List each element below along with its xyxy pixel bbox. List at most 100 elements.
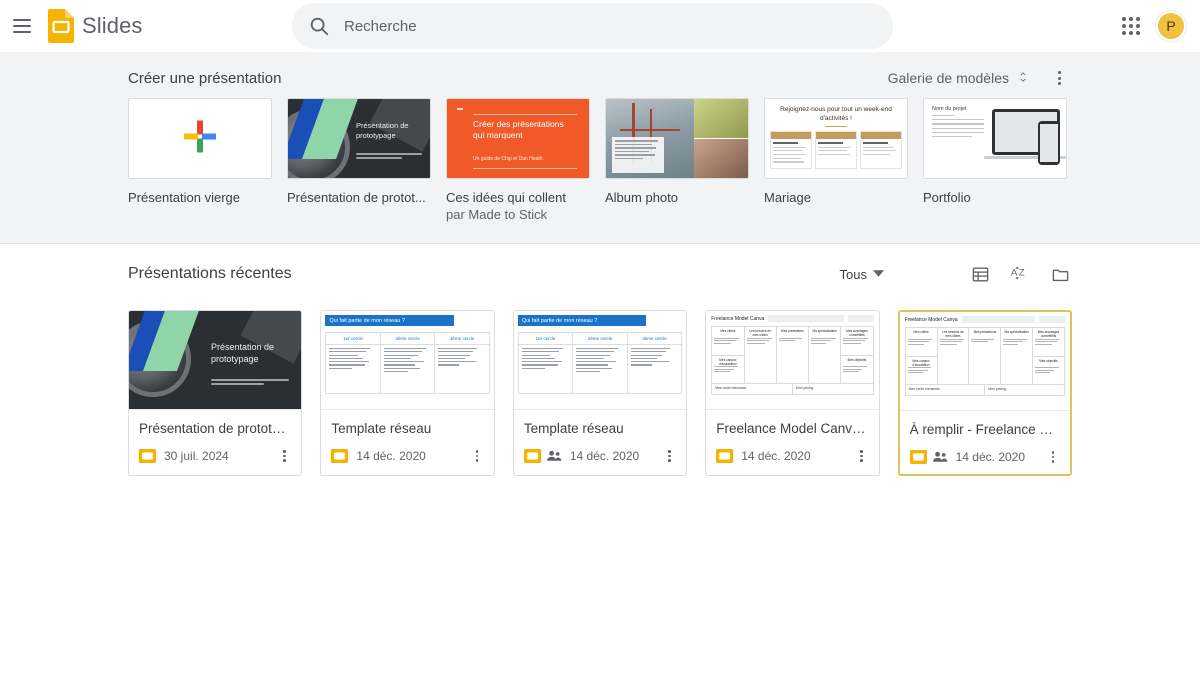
- canvas-cell-title: Mes avantages compétitifs: [1037, 330, 1060, 337]
- create-section-title: Créer une présentation: [128, 69, 282, 87]
- template-gallery-toggle[interactable]: Galerie de modèles: [888, 70, 1030, 87]
- shared-people-icon: [546, 449, 562, 463]
- template-card-prototypage[interactable]: Présentation de prototypage Présentation…: [287, 98, 431, 223]
- google-plus-icon: [180, 116, 220, 161]
- card-body: Freelance Model Canva • ... 14 déc. 2020: [706, 410, 878, 473]
- slide-column-header: 3ème cercle: [435, 333, 489, 345]
- canvas-cell-title: Mes prestations: [973, 330, 997, 334]
- card-thumbnail: Qui fait partie de mon réseau ? 1er cerc…: [321, 311, 494, 410]
- template-thumbnail: Nom du projet: [923, 98, 1067, 179]
- card-more-icon[interactable]: [468, 447, 486, 465]
- recent-card[interactable]: Qui fait partie de mon réseau ? 1er cerc…: [320, 310, 495, 476]
- template-slide-subtitle: Un guide de Chip et Dan Heath: [473, 156, 543, 162]
- template-slide-title: Rejoignez-nous pour tout un week-end d'a…: [780, 106, 892, 122]
- avatar[interactable]: P: [1156, 11, 1186, 41]
- slides-file-icon: [716, 449, 734, 463]
- canvas-cell-title: Mes objectifs: [1039, 358, 1058, 363]
- folder-icon[interactable]: [1048, 262, 1072, 286]
- card-more-icon[interactable]: [853, 447, 871, 465]
- template-card-ces-idees-qui-collent[interactable]: Créer des présentations qui marquent Un …: [446, 98, 590, 223]
- template-slide-title: Créer des présentations qui marquent: [473, 119, 564, 140]
- template-label: Mariage: [764, 190, 811, 205]
- card-body: Template réseau 14 déc. 2020: [514, 410, 686, 473]
- card-date: 14 déc. 2020: [955, 450, 1026, 464]
- slide-column-header: 1er cercle: [518, 333, 573, 345]
- card-meta: 14 déc. 2020: [716, 447, 868, 465]
- recent-card-selected[interactable]: Freelance Model Canva Mes cibles Mes can…: [897, 310, 1073, 476]
- card-thumbnail: Freelance Model Canva Mes cibles Mes can…: [706, 311, 879, 410]
- recent-presentations-section: Présentations récentes Tous A Z Présenta…: [0, 244, 1200, 476]
- card-thumbnail: Présentation de prototypage: [129, 311, 302, 410]
- card-body: Présentation de prototyp... 30 juil. 202…: [129, 410, 301, 473]
- slides-file-icon: [331, 449, 349, 463]
- slides-file-icon: [909, 450, 927, 464]
- card-title: Template réseau: [331, 421, 432, 436]
- canvas-cell-title: Les besoins de mes cibles: [749, 329, 771, 336]
- card-slide-title: Présentation de prototypage: [211, 342, 275, 364]
- google-apps-grid-icon[interactable]: [1114, 9, 1148, 43]
- owner-filter-label: Tous: [839, 266, 867, 282]
- app-header: Slides P: [0, 0, 1200, 52]
- view-controls: A Z: [968, 262, 1072, 286]
- card-date: 14 déc. 2020: [569, 449, 640, 463]
- header-actions: P: [1114, 0, 1186, 52]
- shared-people-icon: [932, 450, 948, 464]
- card-more-icon[interactable]: [1044, 448, 1062, 466]
- search-input[interactable]: [344, 12, 824, 40]
- template-label: Album photo: [605, 190, 678, 205]
- canvas-cell-title: Mes cibles: [913, 330, 929, 334]
- card-meta: 14 déc. 2020: [331, 447, 483, 465]
- template-card-album-photo[interactable]: Album photo: [605, 98, 749, 223]
- list-view-icon[interactable]: [968, 262, 992, 286]
- canvas-cell-title: Mes objectifs: [847, 357, 867, 362]
- arrow-drop-down-icon: [873, 267, 884, 282]
- recent-card[interactable]: Freelance Model Canva Mes cibles Mes can…: [705, 310, 880, 476]
- canvas-cell-title: Mes canaux d'acquisition: [912, 358, 930, 366]
- card-slide-title: Qui fait partie de mon réseau ?: [517, 315, 647, 326]
- template-gallery-label: Galerie de modèles: [887, 70, 1009, 86]
- create-section-more-icon[interactable]: [1046, 65, 1072, 91]
- hamburger-menu-icon[interactable]: [8, 12, 36, 40]
- template-card-mariage[interactable]: Rejoignez-nous pour tout un week-end d'a…: [764, 98, 908, 223]
- card-more-icon[interactable]: [275, 447, 293, 465]
- template-card-portfolio[interactable]: Nom du projet Portfolio: [923, 98, 1067, 223]
- svg-text:A: A: [1010, 267, 1017, 278]
- search-bar[interactable]: [292, 3, 893, 49]
- card-meta: 14 déc. 2020: [523, 447, 678, 465]
- template-thumbnail: Rejoignez-nous pour tout un week-end d'a…: [764, 98, 908, 179]
- slide-column-header: 2ème cercle: [380, 333, 435, 345]
- brand-name: Slides: [82, 13, 143, 38]
- card-meta: 14 déc. 2020: [909, 448, 1062, 466]
- template-list: Présentation vierge Présentation de prot…: [128, 98, 1072, 223]
- card-date: 14 déc. 2020: [356, 449, 426, 463]
- canvas-cell-title: Les besoins de mes cibles: [942, 330, 964, 337]
- template-thumbnail: Créer des présentations qui marquent Un …: [446, 98, 590, 179]
- template-card-blank[interactable]: Présentation vierge: [128, 98, 272, 223]
- sort-az-icon[interactable]: A Z: [1008, 262, 1032, 286]
- template-thumbnail: [128, 98, 272, 179]
- canvas-cell-title: Mes canaux d'acquisition: [719, 357, 737, 365]
- card-slide-title: Freelance Model Canva: [711, 315, 765, 322]
- canvas-cell-title: Ma spécialisation: [1004, 330, 1029, 334]
- card-more-icon[interactable]: [660, 447, 678, 465]
- canvas-cell-title: Mes cibles: [720, 329, 736, 333]
- recent-card[interactable]: Qui fait partie de mon réseau ? 1er cerc…: [512, 310, 688, 476]
- card-title: Template réseau: [523, 421, 624, 436]
- canvas-cell-title: Mon pricing: [795, 386, 814, 390]
- card-slide-title: Qui fait partie de mon réseau ?: [325, 315, 454, 326]
- canvas-cell-title: Mon pricing: [988, 387, 1006, 391]
- canvas-cell-title: Mes prestations: [781, 329, 804, 333]
- recent-card[interactable]: Présentation de prototypage Présentation…: [128, 310, 303, 476]
- owner-filter-dropdown[interactable]: Tous: [840, 267, 884, 282]
- slide-column-header: 1er cercle: [326, 333, 380, 345]
- google-slides-logo-icon: [48, 9, 74, 43]
- slide-column-header: 2ème cercle: [573, 333, 627, 345]
- canvas-cell-title: Ma spécialisation: [812, 329, 837, 333]
- svg-text:Z: Z: [1018, 267, 1024, 278]
- brand-home-link[interactable]: Slides: [48, 9, 143, 43]
- card-slide-title: Freelance Model Canva: [904, 316, 958, 323]
- recent-section-bar: Présentations récentes Tous A Z: [128, 252, 1072, 296]
- recent-cards-list: Présentation de prototypage Présentation…: [128, 310, 1073, 476]
- slides-file-icon: [523, 449, 541, 463]
- card-body: Template réseau 14 déc. 2020: [321, 410, 493, 473]
